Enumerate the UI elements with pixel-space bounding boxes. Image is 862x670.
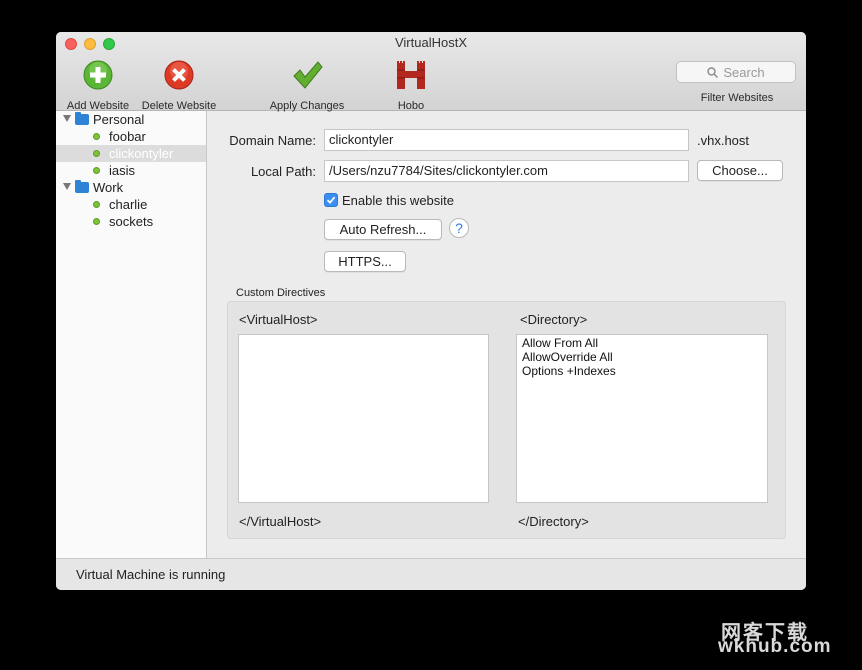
sidebar-group-label: Personal — [93, 112, 145, 127]
sidebar-item-foobar[interactable]: foobar — [56, 128, 206, 145]
virtualhost-close-label: </VirtualHost> — [239, 514, 322, 529]
local-path-label: Local Path: — [250, 164, 316, 179]
domain-suffix: .vhx.host — [697, 133, 750, 148]
status-dot-icon — [93, 133, 100, 140]
sidebar-group-work[interactable]: Work — [56, 179, 206, 196]
virtualhost-open-label: <VirtualHost> — [239, 312, 318, 327]
enable-website-label: Enable this website — [342, 193, 455, 208]
apply-changes-button[interactable]: Apply Changes — [264, 58, 350, 112]
status-dot-icon — [93, 150, 100, 157]
sidebar-item-iasis[interactable]: iasis — [56, 162, 206, 179]
sidebar-item-label: sockets — [109, 214, 154, 229]
website-detail-panel: Domain Name: clickontyler .vhx.host Loca… — [207, 111, 806, 558]
help-button[interactable]: ? — [449, 218, 469, 238]
delete-icon — [164, 60, 194, 90]
choose-button[interactable]: Choose... — [697, 160, 783, 181]
hobo-castle-icon — [397, 61, 425, 89]
sidebar-item-label: foobar — [109, 129, 146, 144]
search-placeholder: Search — [723, 64, 765, 80]
disclosure-triangle-icon[interactable] — [63, 115, 71, 122]
directive-line: Options +Indexes — [522, 364, 616, 378]
custom-directives-title: Custom Directives — [236, 287, 326, 299]
watermark-url: wkhub.com — [718, 636, 832, 657]
directory-open-label: <Directory> — [520, 312, 588, 327]
https-button[interactable]: HTTPS... — [324, 251, 406, 272]
directive-line: AllowOverride All — [522, 350, 613, 364]
checkmark-icon — [293, 61, 323, 89]
directory-directives-textarea[interactable]: Allow From All AllowOverride All Options… — [516, 334, 768, 503]
auto-refresh-button[interactable]: Auto Refresh... — [324, 219, 442, 240]
disclosure-triangle-icon[interactable] — [63, 183, 71, 190]
sidebar-item-charlie[interactable]: charlie — [56, 196, 206, 213]
checkmark-icon — [326, 196, 336, 204]
directive-line: Allow From All — [522, 336, 599, 350]
status-dot-icon — [93, 167, 100, 174]
search-icon — [707, 66, 719, 78]
directory-close-label: </Directory> — [518, 514, 589, 529]
virtualhost-directives-textarea[interactable] — [238, 334, 489, 503]
sidebar-item-label: clickontyler — [109, 146, 174, 161]
domain-name-field[interactable]: clickontyler — [324, 129, 689, 151]
add-icon — [83, 60, 113, 90]
sidebar-item-label: charlie — [109, 197, 148, 212]
sidebar-group-personal[interactable]: Personal — [56, 111, 206, 128]
filter-websites-label: Filter Websites — [700, 92, 774, 104]
app-window: VirtualHostX Add Website Delete Website — [56, 32, 806, 590]
enable-website-checkbox[interactable] — [324, 193, 338, 207]
local-path-field[interactable]: /Users/nzu7784/Sites/clickontyler.com — [324, 160, 689, 182]
domain-name-label: Domain Name: — [229, 133, 316, 148]
status-dot-icon — [93, 218, 100, 225]
hobo-button[interactable]: Hobo — [386, 58, 436, 112]
website-sidebar: Personal foobar clickontyler iasis Work … — [56, 111, 207, 558]
sidebar-item-clickontyler[interactable]: clickontyler — [56, 145, 206, 162]
custom-directives-box: <VirtualHost> </VirtualHost> <Directory>… — [227, 301, 786, 539]
window-title: VirtualHostX — [394, 35, 467, 50]
sidebar-item-sockets[interactable]: sockets — [56, 213, 206, 230]
titlebar: VirtualHostX Add Website Delete Website — [56, 32, 806, 112]
add-website-button[interactable]: Add Website — [61, 58, 135, 112]
sidebar-item-label: iasis — [109, 163, 136, 178]
search-field[interactable]: Search — [676, 61, 796, 83]
folder-icon — [75, 112, 89, 125]
status-text: Virtual Machine is running — [76, 567, 226, 582]
folder-icon — [75, 180, 89, 193]
status-bar: Virtual Machine is running — [56, 558, 806, 590]
sidebar-group-label: Work — [93, 180, 124, 195]
status-dot-icon — [93, 201, 100, 208]
delete-website-button[interactable]: Delete Website — [137, 58, 221, 112]
